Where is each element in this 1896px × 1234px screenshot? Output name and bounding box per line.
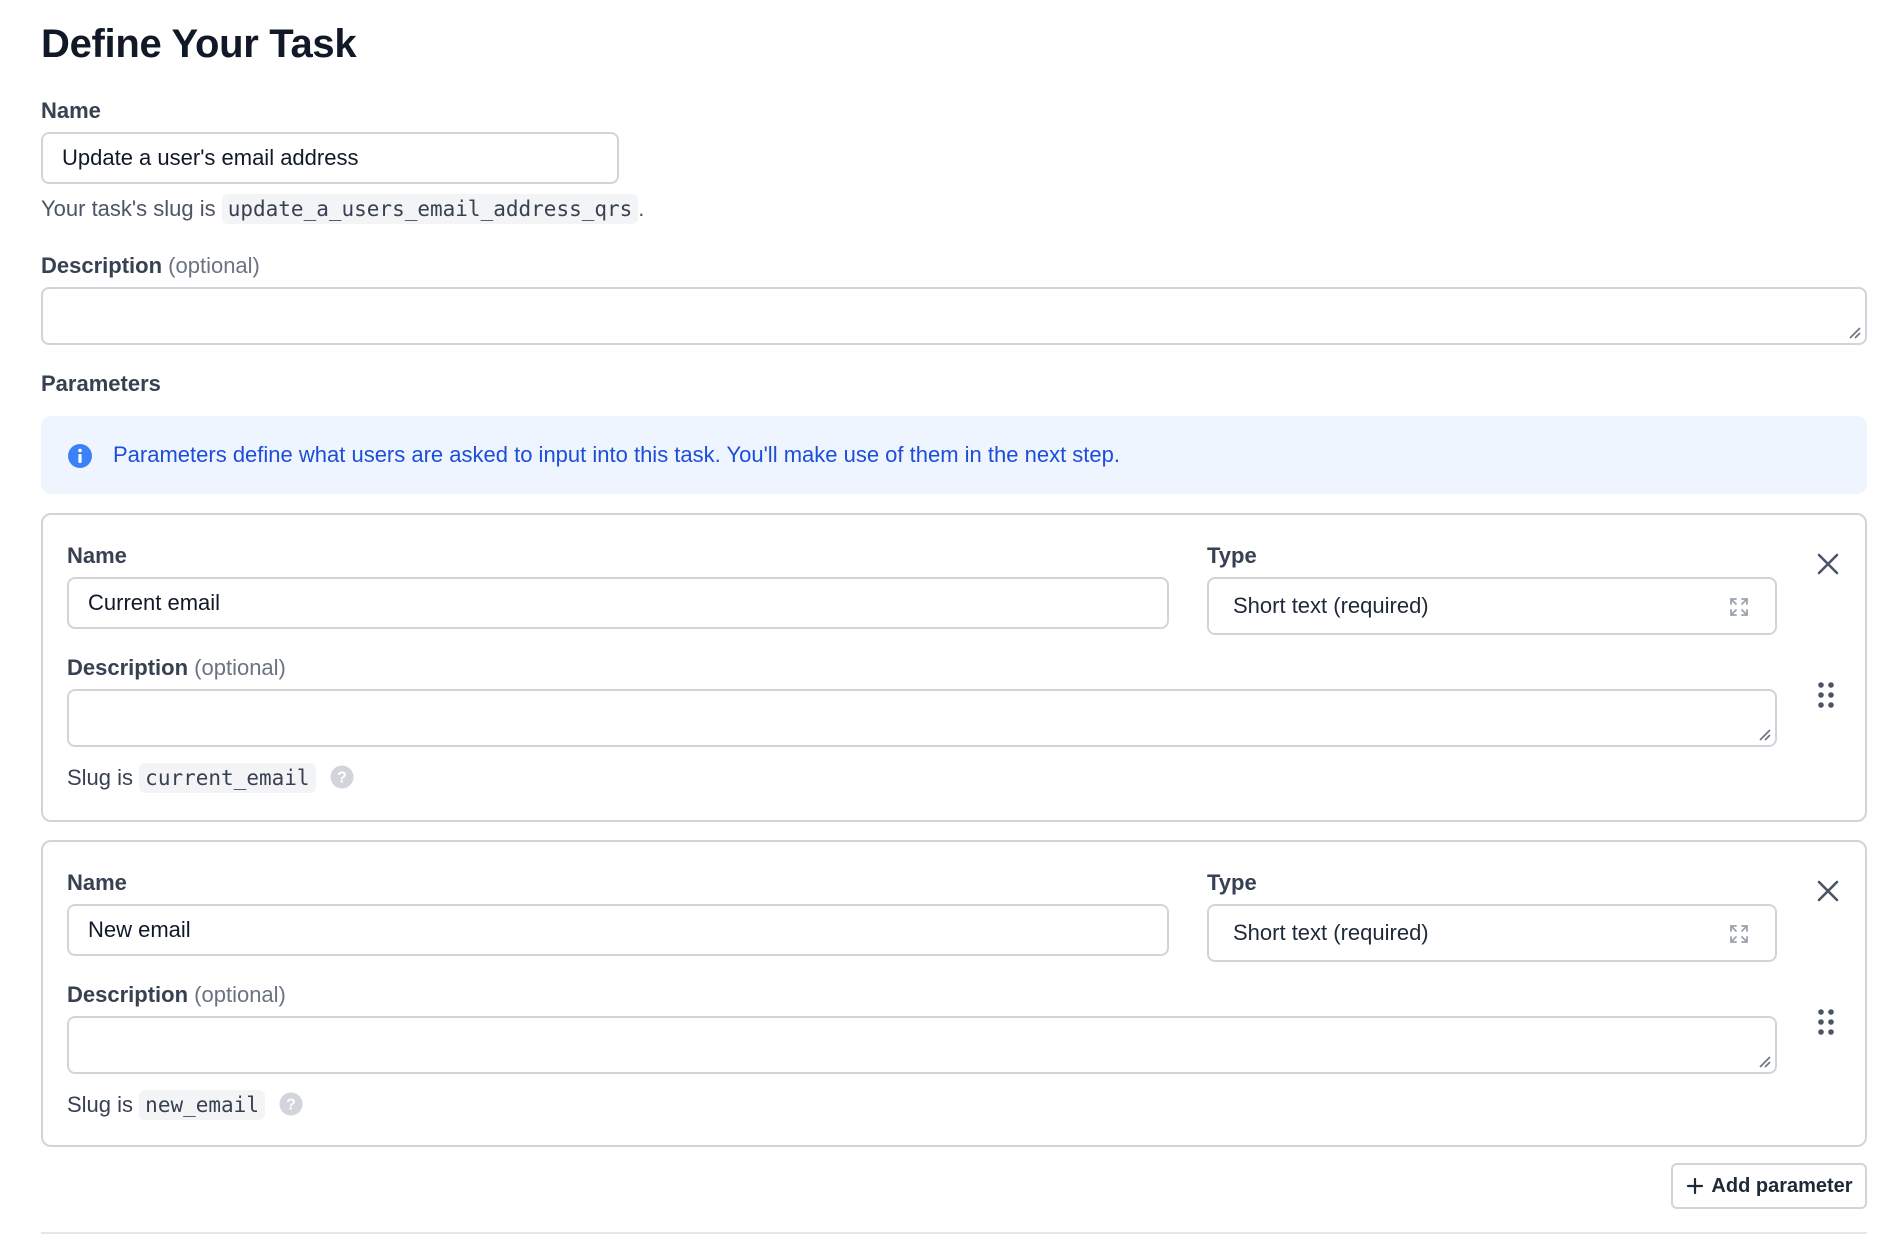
parameter-name-label: Name — [67, 543, 127, 568]
help-icon[interactable]: ? — [279, 1092, 303, 1116]
task-name-label: Name — [41, 98, 101, 123]
parameter-description-textarea[interactable] — [67, 1016, 1777, 1074]
parameter-type-label: Type — [1207, 543, 1257, 568]
parameter-name-input[interactable] — [67, 904, 1169, 956]
resize-grip-icon[interactable] — [1847, 325, 1861, 339]
parameter-type-label: Type — [1207, 870, 1257, 895]
drag-handle-icon[interactable] — [1816, 680, 1836, 710]
task-slug-prefix: Your task's slug is — [41, 196, 216, 221]
expand-icon — [1730, 598, 1748, 616]
svg-text:?: ? — [286, 1097, 296, 1114]
parameter-slug-hint: Slug is current_email ? — [67, 763, 354, 793]
task-slug-suffix: . — [638, 196, 645, 221]
drag-handle-icon[interactable] — [1816, 1007, 1836, 1037]
add-parameter-button[interactable]: Add parameter — [1671, 1163, 1867, 1209]
optional-text: (optional) — [194, 655, 286, 680]
parameter-name-label: Name — [67, 870, 127, 895]
parameter-type-value: Short text (required) — [1233, 593, 1429, 618]
parameter-description-label-text: Description — [67, 655, 189, 680]
parameter-name-input[interactable] — [67, 577, 1169, 629]
plus-icon — [1687, 1177, 1704, 1195]
parameter-type-value: Short text (required) — [1233, 920, 1429, 945]
optional-text: (optional) — [168, 253, 260, 278]
help-icon[interactable]: ? — [330, 765, 354, 789]
optional-text: (optional) — [194, 982, 286, 1007]
parameter-description-label: Description (optional) — [67, 655, 286, 681]
task-slug-value: update_a_users_email_address_qrs — [221, 194, 639, 224]
parameter-description-textarea[interactable] — [67, 689, 1777, 747]
parameter-slug-hint: Slug is new_email ? — [67, 1090, 303, 1120]
remove-parameter-button[interactable] — [1812, 548, 1844, 580]
parameter-slug-prefix: Slug is — [67, 765, 134, 790]
task-description-textarea[interactable] — [41, 287, 1867, 345]
task-description-label-text: Description — [41, 253, 163, 278]
parameter-description-label-text: Description — [67, 982, 189, 1007]
task-name-input[interactable] — [41, 132, 619, 184]
parameter-card: Name Type Short text (required) Descript… — [41, 513, 1867, 822]
parameter-card: Name Type Short text (required) Descript… — [41, 840, 1867, 1147]
parameter-slug-prefix: Slug is — [67, 1092, 134, 1117]
info-icon — [68, 444, 92, 468]
svg-text:?: ? — [337, 770, 347, 787]
page-title: Define Your Task — [41, 22, 357, 66]
resize-grip-icon[interactable] — [1757, 727, 1771, 741]
parameter-slug-value: new_email — [139, 1090, 265, 1120]
parameter-description-label: Description (optional) — [67, 982, 286, 1008]
remove-parameter-button[interactable] — [1812, 875, 1844, 907]
parameters-label: Parameters — [41, 371, 161, 396]
parameter-type-select[interactable]: Short text (required) — [1207, 577, 1777, 635]
parameter-type-select[interactable]: Short text (required) — [1207, 904, 1777, 962]
parameter-slug-value: current_email — [139, 763, 316, 793]
resize-grip-icon[interactable] — [1757, 1054, 1771, 1068]
task-slug-hint: Your task's slug is update_a_users_email… — [41, 194, 645, 224]
add-parameter-label: Add parameter — [1711, 1174, 1853, 1197]
task-description-label: Description (optional) — [41, 253, 260, 279]
callout-text: Parameters define what users are asked t… — [113, 442, 1120, 467]
expand-icon — [1730, 925, 1748, 943]
parameters-info-callout: Parameters define what users are asked t… — [41, 416, 1867, 494]
